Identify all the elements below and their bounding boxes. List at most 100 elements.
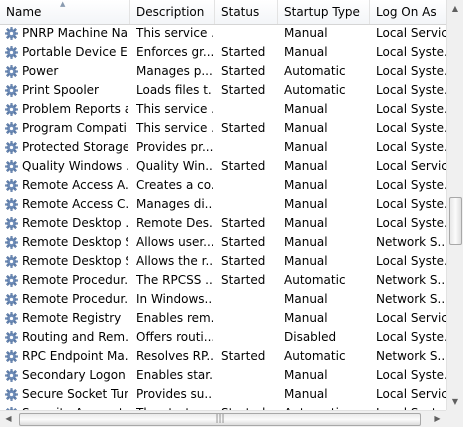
service-row[interactable]: Remote Desktop ... Remote Des... Started Ma…	[0, 214, 446, 233]
cell-status: Started	[221, 273, 266, 287]
cell-description: Enables star...	[136, 368, 213, 382]
cell-log-on-as: Local Syste...	[376, 197, 446, 211]
service-row[interactable]: Remote Access A... Creates a co... Manual L…	[0, 176, 446, 195]
service-gear-icon	[5, 27, 18, 40]
horizontal-scroll-thumb[interactable]: |||	[19, 413, 421, 426]
service-row[interactable]: Remote Procedur... The RPCSS ... Started Au…	[0, 271, 446, 290]
cell-status	[221, 366, 276, 385]
horizontal-scrollbar[interactable]: ◀ ||| ▶	[0, 410, 446, 427]
service-row[interactable]: Secure Socket Tun... Provides su... Manual…	[0, 385, 446, 404]
service-gear-icon	[5, 217, 18, 230]
cell-startup-type: Manual	[284, 254, 328, 268]
cell-log-on-as: Local Syste...	[376, 178, 446, 192]
column-header-name[interactable]: ▲ Name	[0, 0, 130, 24]
cell-startup-type: Manual	[284, 178, 328, 192]
service-gear-icon	[5, 141, 18, 154]
service-row[interactable]: Quality Windows ... Quality Win... Started…	[0, 157, 446, 176]
service-row[interactable]: Problem Reports a... This service ... Manu…	[0, 100, 446, 119]
scroll-down-arrow-icon[interactable]: ▼	[447, 393, 463, 410]
cell-log-on-as: Local Service	[376, 159, 446, 173]
scroll-left-arrow-icon[interactable]: ◀	[0, 411, 17, 427]
cell-startup-type: Disabled	[284, 330, 337, 344]
cell-description: Enables rem...	[136, 311, 213, 325]
cell-name: Secondary Logon	[22, 368, 126, 382]
service-row[interactable]: Routing and Rem... Offers routi... Disable…	[0, 328, 446, 347]
column-header-label: Description	[136, 5, 205, 19]
cell-description: Manages p...	[136, 64, 213, 78]
service-row[interactable]: Secondary Logon Enables star... Manual Loca…	[0, 366, 446, 385]
service-row[interactable]: Remote Desktop S... Allows user... Started…	[0, 233, 446, 252]
cell-log-on-as: Local Syste...	[376, 64, 446, 78]
service-gear-icon	[5, 179, 18, 192]
service-gear-icon	[5, 122, 18, 135]
cell-startup-type: Manual	[284, 102, 328, 116]
vertical-scrollbar[interactable]: ▲ ▼	[446, 0, 463, 410]
cell-log-on-as: Network S...	[376, 273, 446, 287]
cell-log-on-as: Network S...	[376, 292, 446, 306]
service-gear-icon	[5, 312, 18, 325]
cell-status: Started	[221, 159, 266, 173]
scroll-up-arrow-icon[interactable]: ▲	[447, 0, 463, 17]
column-header-log-on-as[interactable]: Log On As	[370, 0, 446, 24]
service-row[interactable]: Remote Access C... Manages di... Manual Loc…	[0, 195, 446, 214]
service-row[interactable]: Remote Desktop S... Allows the r... Starte…	[0, 252, 446, 271]
cell-name: Print Spooler	[22, 83, 99, 97]
cell-status: Started	[221, 216, 266, 230]
service-gear-icon	[5, 46, 18, 59]
cell-startup-type: Manual	[284, 45, 328, 59]
service-row[interactable]: Portable Device E... Enforces gr... Starte…	[0, 43, 446, 62]
service-gear-icon	[5, 160, 18, 173]
column-header-row: ▲ Name Description Status Startup Type L…	[0, 0, 446, 25]
cell-status: Started	[221, 83, 266, 97]
cell-name: Problem Reports a...	[22, 102, 128, 116]
cell-description: Allows the r...	[136, 254, 213, 268]
cell-status: Started	[221, 235, 266, 249]
service-row[interactable]: Power Manages p... Started Automatic Local S…	[0, 62, 446, 81]
cell-status: Started	[221, 45, 266, 59]
cell-description: Enforces gr...	[136, 45, 213, 59]
service-row[interactable]: RPC Endpoint Ma... Resolves RP... Started A…	[0, 347, 446, 366]
cell-description: Provides su...	[136, 387, 213, 401]
column-header-label: Log On As	[376, 5, 437, 19]
cell-description: Offers routi...	[136, 330, 213, 344]
cell-name: RPC Endpoint Ma...	[22, 349, 128, 363]
cell-startup-type: Automatic	[284, 64, 346, 78]
cell-startup-type: Manual	[284, 159, 328, 173]
cell-name: Remote Access C...	[22, 197, 128, 211]
scroll-right-arrow-icon[interactable]: ▶	[429, 411, 446, 427]
cell-startup-type: Manual	[284, 387, 328, 401]
cell-description: Remote Des...	[136, 216, 213, 230]
cell-log-on-as: Local Service	[376, 311, 446, 325]
cell-log-on-as: Network S...	[376, 349, 446, 363]
column-header-description[interactable]: Description	[130, 0, 215, 24]
cell-name: Quality Windows ...	[22, 159, 128, 173]
service-row[interactable]: PNRP Machine Na... This service ... Manual…	[0, 24, 446, 43]
cell-status	[221, 24, 276, 43]
column-header-label: Name	[6, 5, 42, 19]
cell-name: Portable Device E...	[22, 45, 128, 59]
cell-startup-type: Automatic	[284, 273, 346, 287]
service-row[interactable]: Protected Storage Provides pr... Manual Loc…	[0, 138, 446, 157]
service-row[interactable]: Print Spooler Loads files t... Started Auto…	[0, 81, 446, 100]
vertical-scroll-thumb[interactable]	[449, 197, 462, 245]
service-row[interactable]: Remote Procedur... In Windows... Manual Net…	[0, 290, 446, 309]
service-row[interactable]: Remote Registry Enables rem... Manual Local…	[0, 309, 446, 328]
cell-log-on-as: Local Syste...	[376, 330, 446, 344]
cell-log-on-as: Network S...	[376, 235, 446, 249]
cell-startup-type: Manual	[284, 26, 328, 40]
cell-startup-type: Manual	[284, 368, 328, 382]
cell-startup-type: Manual	[284, 140, 328, 154]
cell-startup-type: Manual	[284, 235, 328, 249]
cell-startup-type: Automatic	[284, 349, 346, 363]
cell-description: Quality Win...	[136, 159, 213, 173]
service-gear-icon	[5, 65, 18, 78]
service-row[interactable]: Program Compati... This service ... Starte…	[0, 119, 446, 138]
sort-ascending-icon: ▲	[60, 0, 66, 8]
column-header-startup-type[interactable]: Startup Type	[278, 0, 370, 24]
cell-name: Protected Storage	[22, 140, 128, 154]
cell-name: Power	[22, 64, 59, 78]
service-gear-icon	[5, 293, 18, 306]
column-header-status[interactable]: Status	[215, 0, 278, 24]
cell-name: Remote Procedur...	[22, 292, 128, 306]
cell-name: Routing and Rem...	[22, 330, 128, 344]
